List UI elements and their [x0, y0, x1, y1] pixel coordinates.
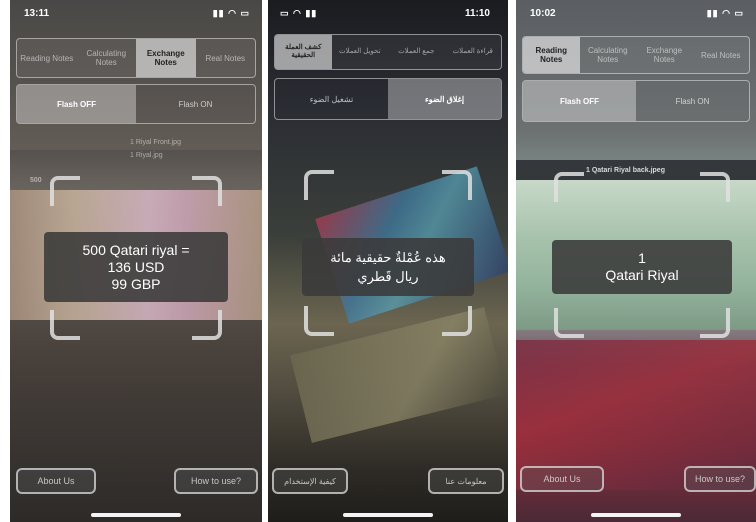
status-bar: 13:11 ▮▮ ◠ ▭ [10, 8, 262, 22]
flash-on-button[interactable]: Flash ON [136, 85, 255, 123]
how-to-use-button[interactable]: كيفية الإستخدام [272, 468, 348, 494]
tab-reading-notes[interactable]: قراءة العملات [445, 35, 502, 69]
frame-corner [192, 310, 222, 340]
status-time: 13:11 [24, 8, 50, 19]
frame-corner [442, 306, 472, 336]
flash-on-button[interactable]: تشغيل الضوء [275, 79, 388, 119]
screen-reading-notes: 1 Qatari Riyal back.jpeg 10:02 ▮▮ ◠ ▭ Re… [516, 0, 756, 522]
result-line: 1 [638, 250, 646, 266]
frame-corner [700, 308, 730, 338]
result-line: Qatari Riyal [605, 267, 679, 283]
status-bar: ▭ ◠ ▮▮ 11:10 [268, 8, 508, 22]
result-line: ريال قَطري [357, 269, 419, 284]
flash-toggle: Flash OFF Flash ON [522, 80, 750, 122]
exchange-result-box: 500 Qatari riyal = 136 USD 99 GBP [44, 232, 228, 302]
mode-tabs: Reading Notes Calculating Notes Exchange… [16, 38, 256, 78]
about-us-button[interactable]: معلومات عنا [428, 468, 504, 494]
about-us-button[interactable]: About Us [520, 466, 604, 492]
tab-exchange-notes[interactable]: Exchange Notes [636, 37, 693, 73]
frame-corner [442, 170, 472, 200]
authenticity-result-box: هذه عُمْلةٌ حقيقية مائة ريال قَطري [302, 238, 474, 296]
about-us-button[interactable]: About Us [16, 468, 96, 494]
mode-tabs: Reading Notes Calculating Notes Exchange… [522, 36, 750, 74]
tab-real-notes[interactable]: Real Notes [196, 39, 256, 77]
tab-real-notes[interactable]: Real Notes [693, 37, 750, 73]
flash-off-button[interactable]: إغلاق الضوء [388, 79, 501, 119]
tab-calculating-notes[interactable]: Calculating Notes [580, 37, 637, 73]
flash-off-button[interactable]: Flash OFF [17, 85, 136, 123]
flash-toggle: Flash OFF Flash ON [16, 84, 256, 124]
signal-wifi-battery-icon: ▭ ◠ ▮▮ [280, 8, 318, 18]
tab-reading-notes[interactable]: Reading Notes [523, 37, 580, 73]
how-to-use-button[interactable]: How to use? [684, 466, 756, 492]
status-bar: 10:02 ▮▮ ◠ ▭ [516, 8, 756, 22]
reading-result-box: 1 Qatari Riyal [552, 240, 732, 294]
frame-corner [304, 306, 334, 336]
signal-wifi-battery-icon: ▮▮ ◠ ▭ [706, 8, 744, 18]
signal-wifi-battery-icon: ▮▮ ◠ ▭ [212, 8, 250, 18]
tab-calculating-notes[interactable]: Calculating Notes [77, 39, 137, 77]
result-line: 136 USD [107, 258, 165, 275]
frame-corner [554, 308, 584, 338]
background-denomination: 500 [30, 177, 42, 184]
flash-toggle: تشغيل الضوء إغلاق الضوء [274, 78, 502, 120]
status-time: 11:10 [464, 8, 490, 19]
home-indicator [591, 513, 681, 517]
frame-corner [192, 176, 222, 206]
tab-exchange-notes[interactable]: تحويل العملات [332, 35, 389, 69]
frame-corner [50, 176, 80, 206]
result-line: هذه عُمْلةٌ حقيقية مائة [330, 250, 446, 265]
tab-real-notes[interactable]: كشف العملة الحقيقية [275, 35, 332, 69]
background-file-label: 1 Riyal.jpg [130, 152, 163, 159]
home-indicator [343, 513, 433, 517]
result-line: 500 Qatari riyal = [82, 241, 190, 258]
screen-exchange-notes: 1 Riyal Front.jpg 1 Riyal.jpg 500 13:11 … [10, 0, 262, 522]
flash-on-button[interactable]: Flash ON [636, 81, 749, 121]
screen-real-notes-arabic: ▭ ◠ ▮▮ 11:10 كشف العملة الحقيقية تحويل ا… [268, 0, 508, 522]
frame-corner [554, 172, 584, 202]
home-indicator [91, 513, 181, 517]
tab-calculating-notes[interactable]: جمع العملات [388, 35, 445, 69]
mode-tabs: كشف العملة الحقيقية تحويل العملات جمع ال… [274, 34, 502, 70]
tab-reading-notes[interactable]: Reading Notes [17, 39, 77, 77]
frame-corner [700, 172, 730, 202]
status-time: 10:02 [530, 8, 556, 19]
background-file-label: 1 Riyal Front.jpg [130, 139, 181, 146]
how-to-use-button[interactable]: How to use? [174, 468, 258, 494]
frame-corner [304, 170, 334, 200]
tab-exchange-notes[interactable]: Exchange Notes [136, 39, 196, 77]
flash-off-button[interactable]: Flash OFF [523, 81, 636, 121]
result-line: 99 GBP [111, 275, 161, 292]
frame-corner [50, 310, 80, 340]
